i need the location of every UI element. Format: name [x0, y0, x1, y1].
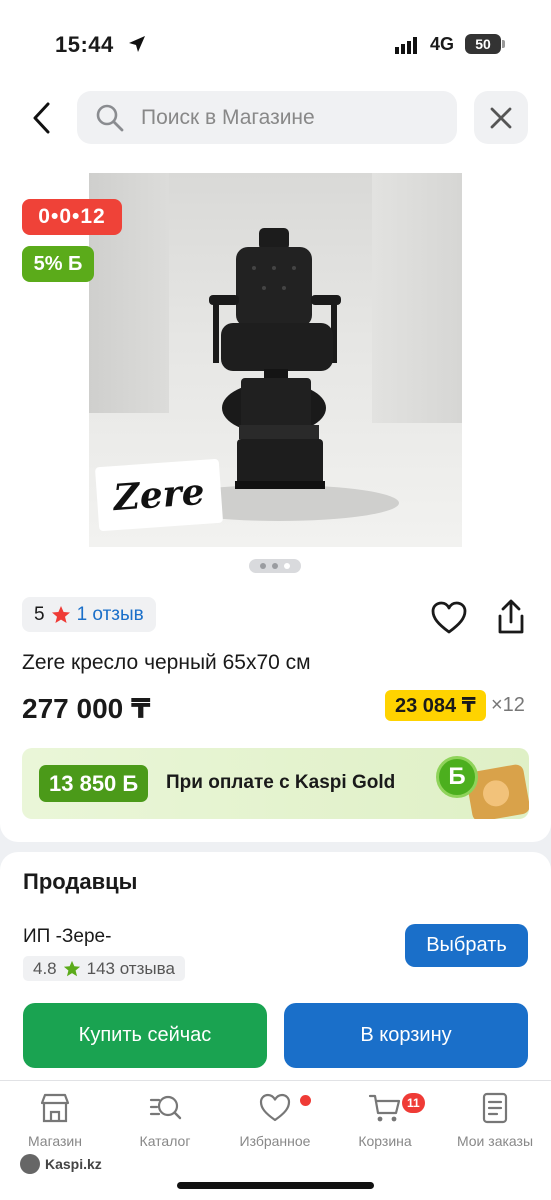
tab-label: Магазин — [27, 1133, 82, 1149]
share-icon[interactable] — [492, 598, 530, 636]
select-seller-button[interactable]: Выбрать — [405, 924, 528, 967]
tab-label: Корзина — [358, 1133, 412, 1149]
rating-chip[interactable]: 5 1 отзыв — [22, 597, 156, 632]
cart-count-badge: 11 — [402, 1093, 425, 1113]
favorite-heart-icon[interactable] — [430, 600, 468, 636]
close-search-button[interactable] — [474, 91, 528, 144]
sellers-title: Продавцы — [23, 869, 138, 894]
tab-orders[interactable]: Мои заказы — [440, 1091, 550, 1149]
gold-bonus-text: При оплате с Kaspi Gold — [166, 772, 396, 793]
pager-dot — [272, 563, 278, 569]
gold-bonus-amount: 13 850 Б — [39, 765, 149, 802]
installment-badge: 0•0•12 — [22, 199, 122, 235]
watermark: Kaspi.kz — [20, 1154, 102, 1174]
heart-icon — [259, 1093, 291, 1122]
status-bar: 15:44 4G 50 — [0, 0, 551, 90]
home-indicator — [177, 1182, 374, 1189]
back-chevron-icon — [33, 102, 50, 134]
seller-rating-value: 4.8 — [33, 958, 57, 978]
reviews-link[interactable]: 1 отзыв — [77, 604, 144, 626]
battery-indicator: 50 — [465, 34, 505, 54]
catalog-search-icon — [149, 1095, 182, 1120]
product-price: 277 000 ₸ — [22, 693, 151, 724]
tab-cart[interactable]: 11 Корзина — [330, 1091, 440, 1149]
tab-label: Каталог — [139, 1133, 191, 1149]
network-type: 4G — [430, 34, 455, 54]
product-image[interactable]: Zere — [89, 173, 462, 547]
kaspi-logo-icon — [20, 1154, 40, 1174]
location-arrow-icon — [129, 36, 145, 52]
status-time: 15:44 — [55, 32, 114, 57]
installment-months: ×12 — [491, 694, 525, 716]
buy-now-button[interactable]: Купить сейчас — [23, 1003, 267, 1068]
seller-reviews: 143 отзыва — [86, 958, 175, 978]
sellers-section: Продавцы ИП -Зере- 4.8 143 отзыва Выбрат… — [0, 852, 551, 1080]
cart-icon — [368, 1094, 401, 1122]
pager-dot-active — [284, 563, 290, 569]
installment-price[interactable]: 23 084 ₸ — [385, 690, 486, 721]
back-button[interactable] — [24, 98, 60, 138]
seller-name[interactable]: ИП -Зере- — [23, 926, 111, 948]
image-pager — [249, 559, 301, 573]
tab-label: Мои заказы — [456, 1133, 534, 1149]
add-to-cart-button[interactable]: В корзину — [284, 1003, 528, 1068]
tab-label: Избранное — [239, 1133, 311, 1149]
watermark-text: Kaspi.kz — [45, 1156, 102, 1172]
rating-value: 5 — [34, 603, 45, 625]
product-title: Zere кресло черный 65х70 см — [22, 651, 311, 674]
seller-rating: 4.8 143 отзыва — [23, 956, 185, 981]
search-icon — [96, 104, 124, 131]
brand-logo: Zere — [94, 458, 224, 532]
tab-favorites[interactable]: Избранное — [220, 1091, 330, 1149]
bonus-badge: 5% Б — [22, 246, 94, 282]
kaspi-gold-banner[interactable]: 13 850 Б При оплате с Kaspi Gold Б — [22, 748, 529, 819]
signal-icon — [395, 37, 417, 54]
tab-catalog[interactable]: Каталог — [110, 1091, 220, 1149]
bonus-coin-icon: Б — [436, 756, 478, 798]
favorites-dot — [300, 1095, 311, 1106]
close-icon — [490, 107, 512, 128]
tab-store[interactable]: Магазин — [0, 1091, 110, 1149]
star-icon — [51, 605, 70, 623]
search-input[interactable]: Поиск в Магазине — [77, 91, 457, 144]
store-icon — [40, 1093, 70, 1123]
orders-icon — [482, 1092, 508, 1124]
search-placeholder: Поиск в Магазине — [141, 105, 315, 129]
star-icon — [63, 960, 80, 976]
pager-dot — [260, 563, 266, 569]
